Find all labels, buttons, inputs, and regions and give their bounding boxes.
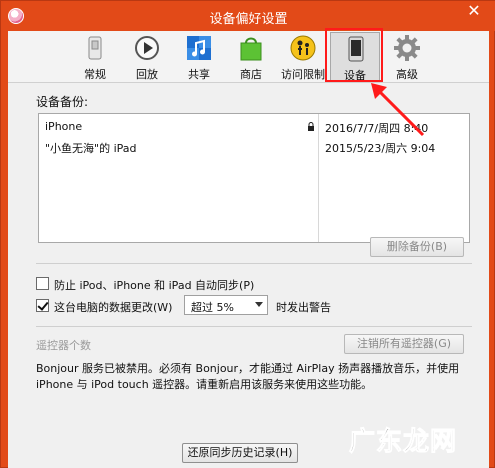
threshold-value: 超过 5% (191, 301, 234, 314)
switch-icon (88, 36, 102, 60)
devices-pane: 设备备份: iPhone 2016/7/7/周四 8:40 "小鱼无海"的 iP… (8, 83, 489, 468)
backups-label: 设备备份: (36, 95, 89, 109)
tab-sharing-label: 共享 (188, 68, 210, 81)
backup-row[interactable]: "小鱼无海"的 iPad 2015/5/23/周六 9:04 (39, 138, 469, 156)
data-warning-threshold-select[interactable]: 超过 5% (184, 295, 268, 315)
gear-icon (394, 35, 420, 61)
prevent-sync-option[interactable]: 防止 iPod、iPhone 和 iPad 自动同步(P) (36, 275, 336, 293)
music-share-icon (187, 36, 211, 60)
watermark: 广东龙网 (349, 427, 458, 458)
window-title: 设备偏好设置 (209, 12, 288, 27)
preferences-toolbar: 常规 回放 共享 商店 访问限制 设备 高级 (8, 31, 489, 83)
data-warning-label: 这台电脑的数据更改(W) (54, 301, 173, 314)
tab-store-label: 商店 (240, 68, 262, 81)
backup-device-name: iPhone (45, 120, 83, 133)
delete-backup-button[interactable]: 删除备份(B) (370, 237, 464, 257)
chevron-down-icon (255, 302, 263, 307)
tab-sharing[interactable]: 共享 (174, 32, 224, 82)
tab-parental-label: 访问限制 (281, 68, 325, 81)
devices-tab-highlight (325, 28, 383, 82)
prevent-sync-label: 防止 iPod、iPhone 和 iPad 自动同步(P) (54, 279, 255, 292)
shopping-bag-icon (240, 37, 262, 61)
separator (36, 263, 472, 264)
separator (36, 326, 472, 327)
tab-advanced[interactable]: 高级 (382, 32, 432, 82)
title-bar: 设备偏好设置 ✕ (1, 1, 495, 31)
data-warning-suffix: 时发出警告 (276, 301, 331, 314)
reset-sync-history-button[interactable]: 还原同步历史记录(H) (182, 443, 298, 463)
tab-general-label: 常规 (84, 68, 106, 81)
lock-icon (308, 122, 314, 131)
annotation-arrow (371, 83, 425, 137)
preferences-window: 设备偏好设置 ✕ 常规 回放 共享 商店 访问限制 设备 高级 设备备份: iP… (0, 0, 495, 468)
remotes-label: 遥控器个数 (36, 339, 91, 352)
play-icon (135, 36, 159, 60)
tab-parental[interactable]: 访问限制 (278, 32, 328, 82)
tab-playback-label: 回放 (136, 68, 158, 81)
tab-general[interactable]: 常规 (70, 32, 120, 82)
tab-store[interactable]: 商店 (226, 32, 276, 82)
bonjour-info-text: Bonjour 服务已被禁用。必须有 Bonjour，才能通过 AirPlay … (36, 362, 460, 391)
prevent-sync-checkbox[interactable] (36, 277, 49, 290)
close-button[interactable]: ✕ (456, 1, 492, 23)
backup-date: 2015/5/23/周六 9:04 (325, 142, 436, 155)
data-warning-option[interactable]: 这台电脑的数据更改(W) (36, 297, 186, 315)
backup-device-name: "小鱼无海"的 iPad (45, 142, 137, 155)
parental-icon (290, 35, 316, 61)
data-warning-checkbox[interactable] (36, 299, 49, 312)
forget-remotes-button[interactable]: 注销所有遥控器(G) (344, 334, 464, 354)
tab-playback[interactable]: 回放 (122, 32, 172, 82)
